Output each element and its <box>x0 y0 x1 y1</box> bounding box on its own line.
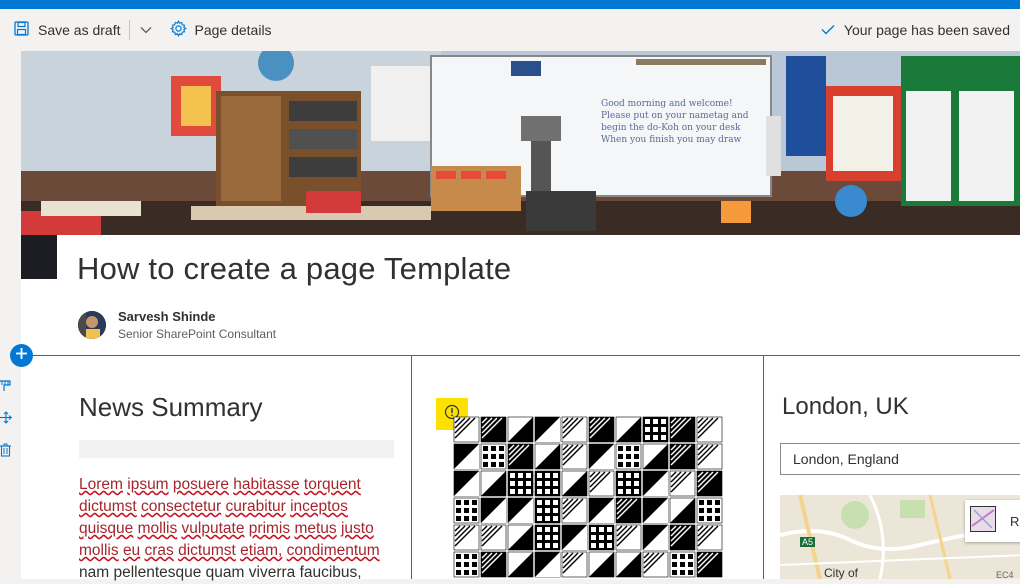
save-status: Your page has been saved <box>821 9 1010 51</box>
column-divider <box>411 356 412 579</box>
misspelled-word[interactable]: habitasse <box>233 476 299 493</box>
misspelled-word[interactable]: inceptos <box>290 498 348 515</box>
news-webpart-title[interactable]: News Summary <box>79 392 262 423</box>
misspelled-word[interactable]: mollis <box>79 542 119 559</box>
author-name: Sarvesh Shinde <box>118 309 216 324</box>
gear-icon <box>169 20 195 40</box>
weather-webpart-title[interactable]: London, UK <box>782 393 909 421</box>
misspelled-word[interactable]: condimentum <box>287 542 380 559</box>
save-status-text: Your page has been saved <box>843 22 1010 38</box>
misspelled-word[interactable]: eu <box>123 542 140 559</box>
misspelled-word[interactable]: metus <box>294 520 336 537</box>
add-section-button[interactable] <box>10 344 33 367</box>
news-placeholder-bar <box>79 440 394 458</box>
misspelled-word[interactable]: consectetur <box>141 498 221 515</box>
map-thumbnail-icon <box>970 505 996 537</box>
location-input[interactable] <box>780 443 1020 475</box>
misspelled-word[interactable]: justo <box>341 520 374 537</box>
misspelled-word[interactable]: posuere <box>173 476 229 493</box>
map-style-toggle[interactable]: Ro <box>965 500 1020 542</box>
save-icon <box>14 21 38 39</box>
misspelled-word[interactable]: dictumst <box>79 498 137 515</box>
pattern-image[interactable] <box>453 416 723 579</box>
misspelled-word[interactable]: primis <box>249 520 290 537</box>
hero-image-edge <box>21 235 57 279</box>
chevron-down-icon <box>140 21 152 39</box>
save-as-draft-label: Save as draft <box>38 22 121 38</box>
trash-icon <box>0 443 12 462</box>
author-byline[interactable]: Sarvesh Shinde Senior SharePoint Consult… <box>78 309 276 341</box>
add-icon <box>15 347 28 365</box>
page-details-button[interactable]: Page details <box>169 9 272 51</box>
move-section-button[interactable] <box>0 404 14 436</box>
svg-text:begin the do-Koh on your desk: begin the do-Koh on your desk <box>601 123 741 133</box>
misspelled-word[interactable]: etiam, <box>240 542 282 559</box>
column-divider <box>763 356 764 579</box>
misspelled-word[interactable]: Lorem <box>79 476 123 493</box>
paint-icon <box>0 379 12 397</box>
checkmark-icon <box>821 22 844 38</box>
svg-text:Good morning and welcome!: Good morning and welcome! <box>601 99 733 109</box>
misspelled-word[interactable]: mollis <box>138 520 178 537</box>
page-title[interactable]: How to create a page Template <box>77 251 511 287</box>
misspelled-word[interactable]: vulputate <box>182 520 245 537</box>
author-role: Senior SharePoint Consultant <box>118 327 277 341</box>
svg-text:Please put on your nametag and: Please put on your nametag and <box>601 111 749 121</box>
save-options-button[interactable] <box>138 22 154 38</box>
section-border-top <box>21 355 1020 356</box>
save-as-draft-button[interactable]: Save as draft <box>14 9 121 51</box>
svg-text:When you finish you may draw: When you finish you may draw <box>601 135 742 145</box>
misspelled-word[interactable]: dictumst <box>178 542 236 559</box>
delete-section-button[interactable] <box>0 436 14 468</box>
edit-section-button[interactable] <box>0 372 14 404</box>
misspelled-word[interactable]: cras <box>145 542 174 559</box>
command-separator <box>128 20 130 40</box>
hero-image[interactable]: Good morning and welcome! Please put on … <box>21 51 1020 235</box>
map-city-label: City of <box>824 566 859 580</box>
misspelled-word[interactable]: curabitur <box>225 498 285 515</box>
map-road-label: A5 <box>800 537 816 547</box>
news-body-text[interactable]: Lorem ipsum posuere habitasse torquent d… <box>79 474 399 584</box>
misspelled-word[interactable]: quisque <box>79 520 133 537</box>
misspelled-word[interactable]: ipsum <box>127 476 168 493</box>
move-icon <box>0 411 12 429</box>
section-toolbar <box>0 372 14 468</box>
body-text-tail: nam pellentesque quam viverra faucibus, <box>79 564 362 581</box>
author-text: Sarvesh Shinde Senior SharePoint Consult… <box>118 309 276 341</box>
suite-bar <box>0 0 1020 9</box>
map-style-label: Ro <box>1010 513 1020 529</box>
avatar <box>78 311 106 339</box>
page-details-label: Page details <box>194 22 272 38</box>
misspelled-word[interactable]: torquent <box>304 476 361 493</box>
